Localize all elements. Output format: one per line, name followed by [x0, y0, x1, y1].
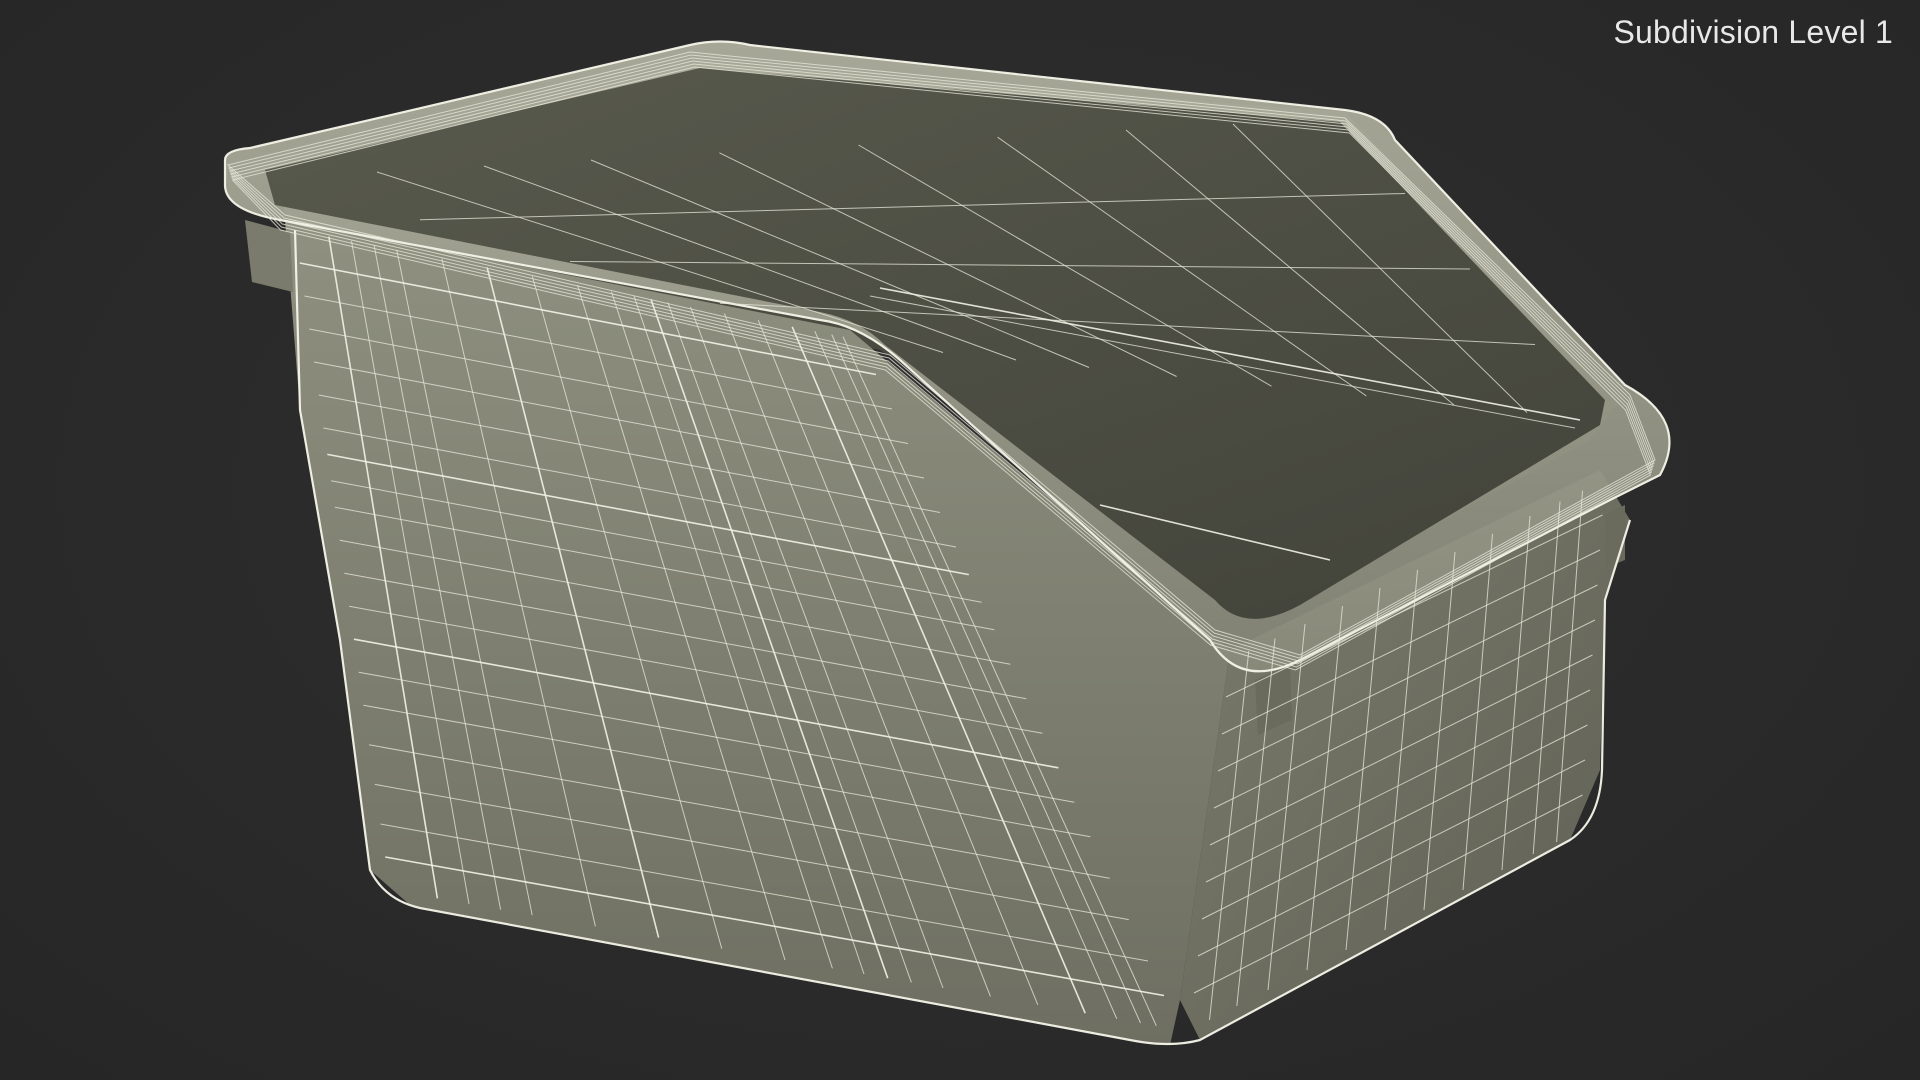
viewport: Subdivision Level 1	[0, 0, 1920, 1080]
crate-wireframe-model	[223, 40, 1671, 1046]
right-handle-tab	[1605, 505, 1625, 568]
